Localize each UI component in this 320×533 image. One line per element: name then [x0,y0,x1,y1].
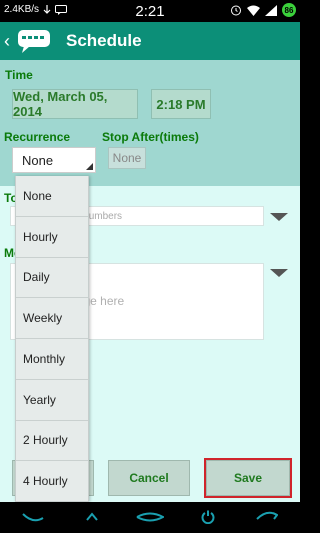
status-bar: 2.4KB/s 2:21 86 [0,0,300,22]
option-monthly[interactable]: Monthly [16,339,88,380]
chat-bubble-icon[interactable] [16,28,52,54]
stop-after-label: Stop After(times) [102,130,199,144]
time-picker-button[interactable]: 2:18 PM [151,89,211,119]
time-label: Time [5,68,33,82]
option-4-hourly[interactable]: 4 Hourly [16,461,88,502]
action-bar: ‹ Schedule [0,22,300,60]
battery-icon: 86 [282,3,296,17]
recurrence-select[interactable]: None [12,147,96,173]
recurrence-dropdown: None Hourly Daily Weekly Monthly Yearly … [15,176,89,502]
template-dropdown-icon[interactable] [270,269,288,277]
recent-apps-nav-icon[interactable] [135,507,165,527]
wifi-icon [247,5,260,16]
dropdown-corner-icon [86,163,93,170]
page-title: Schedule [66,31,142,50]
home-nav-icon[interactable] [77,507,107,527]
recurrence-selected-value: None [22,152,54,168]
alarm-icon [231,5,241,16]
chevron-left-icon[interactable]: ‹ [4,31,14,52]
status-right: 86 [230,3,296,17]
stop-after-input[interactable]: None [108,147,146,169]
recipient-dropdown-icon[interactable] [270,213,288,221]
navigation-bar [0,502,300,533]
signal-icon [265,4,277,16]
date-picker-button[interactable]: Wed, March 05, 2014 [12,89,138,119]
back-nav-icon[interactable] [18,507,48,527]
power-nav-icon[interactable] [193,507,223,527]
cancel-button[interactable]: Cancel [108,460,190,496]
save-button[interactable]: Save [204,458,292,498]
rotate-nav-icon[interactable] [252,507,282,527]
option-weekly[interactable]: Weekly [16,298,88,339]
option-none[interactable]: None [16,176,88,217]
option-daily[interactable]: Daily [16,258,88,299]
option-hourly[interactable]: Hourly [16,217,88,258]
option-yearly[interactable]: Yearly [16,380,88,421]
recurrence-label: Recurrence [4,130,71,144]
option-2-hourly[interactable]: 2 Hourly [16,421,88,462]
